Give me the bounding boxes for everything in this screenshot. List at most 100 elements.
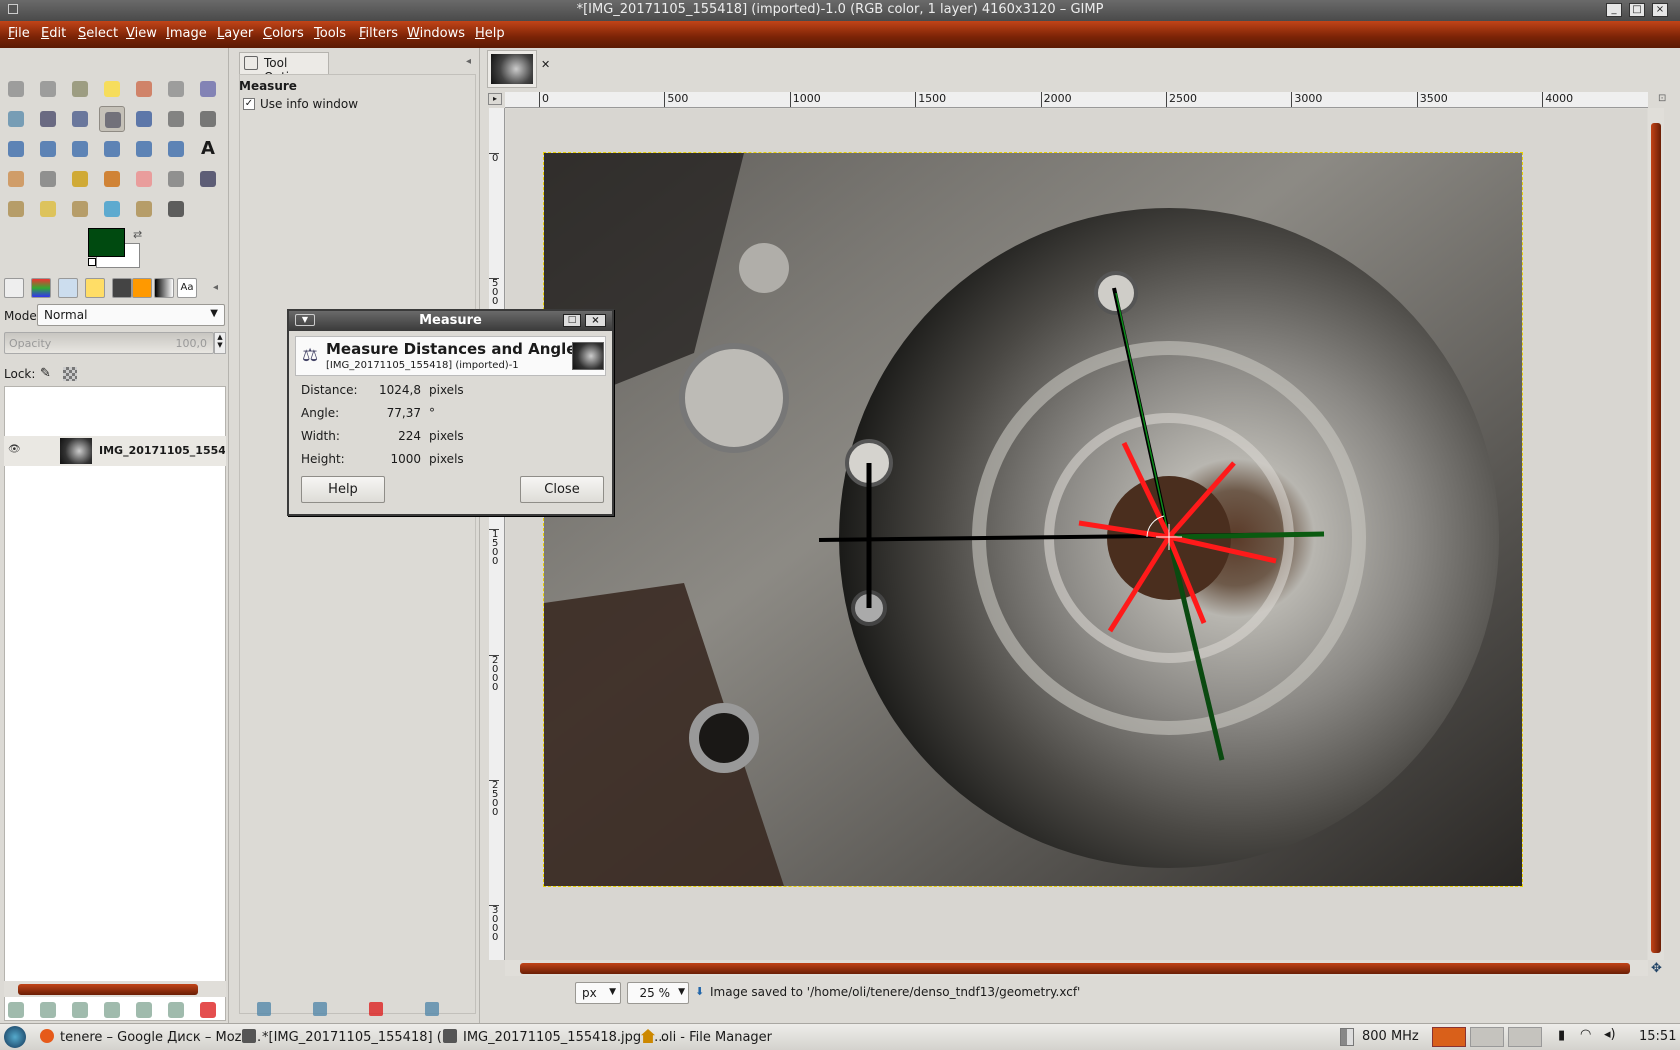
image-canvas[interactable] (543, 152, 1523, 887)
menu-file[interactable]: File (8, 26, 30, 41)
workspace-2[interactable] (1470, 1027, 1504, 1047)
free-select-tool-icon[interactable] (67, 76, 93, 102)
shear-tool-icon[interactable] (67, 136, 93, 162)
menu-filters[interactable]: Filters (359, 26, 398, 41)
maximize-icon[interactable]: □ (1629, 3, 1645, 17)
close-tab-icon[interactable]: ✕ (541, 58, 550, 71)
image-tab[interactable] (487, 50, 537, 88)
delete-layer-icon[interactable] (200, 1002, 216, 1018)
paintbrush-tool-icon[interactable] (99, 166, 125, 192)
flip-tool-icon[interactable] (131, 136, 157, 162)
menu-view[interactable]: View (126, 26, 157, 41)
layers-hscroll-thumb[interactable] (18, 984, 198, 995)
eraser-tool-icon[interactable] (131, 166, 157, 192)
vertical-scroll-thumb[interactable] (1651, 123, 1661, 953)
select-by-color-tool-icon[interactable] (131, 76, 157, 102)
help-button[interactable]: Help (301, 476, 385, 503)
dialog-maximize-icon[interactable]: □ (563, 314, 581, 327)
start-menu-icon[interactable] (4, 1026, 26, 1048)
tab-tool-options[interactable]: Tool Options (239, 52, 329, 84)
lock-pixels-icon[interactable]: ✎ (40, 366, 51, 381)
dialog-menu-icon[interactable]: ▼ (295, 314, 315, 326)
image-menu-icon[interactable]: ▸ (488, 93, 502, 105)
fuzzy-select-tool-icon[interactable] (99, 76, 125, 102)
heal-tool-icon[interactable] (35, 196, 61, 222)
menu-layer[interactable]: Layer (217, 26, 253, 41)
battery-icon[interactable]: ▮ (1558, 1028, 1565, 1043)
layer-row[interactable]: 👁 IMG_20171105_155418.jpg (4, 436, 226, 466)
patterns-tab-icon[interactable] (132, 278, 152, 298)
delete-options-icon[interactable] (369, 1002, 383, 1016)
mode-select[interactable]: Normal ▼ (37, 304, 225, 326)
ink-tool-icon[interactable] (195, 166, 221, 192)
airbrush-tool-icon[interactable] (163, 166, 189, 192)
swap-colors-icon[interactable]: ⇄ (133, 228, 142, 241)
horizontal-scrollbar[interactable] (505, 960, 1648, 976)
fonts-tab-icon[interactable]: Aa (177, 278, 197, 298)
task-gimp-image[interactable]: *[IMG_20171105_155418] (i... (242, 1029, 458, 1045)
raise-layer-icon[interactable] (72, 1002, 88, 1018)
align-tool-icon[interactable] (163, 106, 189, 132)
color-picker-tool-icon[interactable] (35, 106, 61, 132)
perspective-tool-icon[interactable] (99, 136, 125, 162)
brushes-tab-icon[interactable] (112, 278, 132, 298)
menu-windows[interactable]: Windows (407, 26, 465, 41)
undo-tab-icon[interactable] (85, 278, 105, 298)
close-window-icon[interactable]: × (1652, 3, 1668, 17)
paths-tool-icon[interactable] (3, 106, 29, 132)
menu-colors[interactable]: Colors (263, 26, 304, 41)
zoom-fit-icon[interactable]: ⊡ (1658, 93, 1666, 104)
crop-tool-icon[interactable] (195, 106, 221, 132)
minimize-icon[interactable]: _ (1606, 3, 1622, 17)
layer-name[interactable]: IMG_20171105_155418.jpg (99, 444, 225, 457)
menu-select[interactable]: Select (78, 26, 118, 41)
foreground-color-front[interactable] (88, 228, 125, 257)
task-file-manager[interactable]: oli - File Manager (641, 1029, 772, 1045)
menu-help[interactable]: Help (475, 26, 505, 41)
close-button[interactable]: Close (520, 476, 604, 503)
text-tool-icon[interactable]: A (195, 136, 221, 162)
rect-select-tool-icon[interactable] (3, 76, 29, 102)
workspace-3[interactable] (1508, 1027, 1542, 1047)
wifi-icon[interactable]: ◠ (1580, 1027, 1591, 1042)
lower-layer-icon[interactable] (104, 1002, 120, 1018)
duplicate-layer-icon[interactable] (136, 1002, 152, 1018)
use-info-window-checkbox[interactable]: ✓ (243, 98, 255, 110)
unit-select[interactable]: px ▼ (575, 982, 621, 1004)
reset-options-icon[interactable] (425, 1002, 439, 1016)
menu-tools[interactable]: Tools (314, 26, 346, 41)
smudge-tool-icon[interactable] (131, 196, 157, 222)
new-layer-icon[interactable] (8, 1002, 24, 1018)
move-tool-icon[interactable] (131, 106, 157, 132)
scissors-select-tool-icon[interactable] (163, 76, 189, 102)
layers-hscroll[interactable] (4, 981, 226, 997)
ellipse-select-tool-icon[interactable] (35, 76, 61, 102)
opacity-slider[interactable]: Opacity 100,0 (4, 332, 214, 354)
restore-options-icon[interactable] (313, 1002, 327, 1016)
bucket-fill-tool-icon[interactable] (3, 166, 29, 192)
blur-tool-icon[interactable] (99, 196, 125, 222)
workspace-1[interactable] (1432, 1027, 1466, 1047)
pencil-tool-icon[interactable] (67, 166, 93, 192)
dodge-burn-tool-icon[interactable] (163, 196, 189, 222)
navigate-icon[interactable]: ✥ (1651, 961, 1662, 976)
paths-tab-icon[interactable] (58, 278, 78, 298)
zoom-tool-icon[interactable] (67, 106, 93, 132)
channels-tab-icon[interactable] (31, 278, 51, 298)
task-gimp-file[interactable]: IMG_20171105_155418.jpg - ... (443, 1029, 667, 1045)
task-firefox[interactable]: tenere – Google Диск – Mozil... (40, 1029, 261, 1045)
menu-edit[interactable]: Edit (41, 26, 66, 41)
zoom-select[interactable]: 25 % ▼ (627, 982, 689, 1004)
foreground-select-tool-icon[interactable] (195, 76, 221, 102)
gradient-tool-icon[interactable] (35, 166, 61, 192)
perspective-clone-tool-icon[interactable] (67, 196, 93, 222)
clone-tool-icon[interactable] (3, 196, 29, 222)
cage-transform-tool-icon[interactable] (163, 136, 189, 162)
default-colors-icon[interactable] (88, 258, 96, 266)
layers-tab-icon[interactable] (4, 278, 24, 298)
dialog-close-icon[interactable]: × (585, 314, 606, 327)
lock-alpha-icon[interactable] (63, 367, 77, 381)
rotate-tool-icon[interactable] (3, 136, 29, 162)
menu-image[interactable]: Image (166, 26, 207, 41)
panel-menu-icon[interactable]: ◂ (466, 56, 471, 67)
